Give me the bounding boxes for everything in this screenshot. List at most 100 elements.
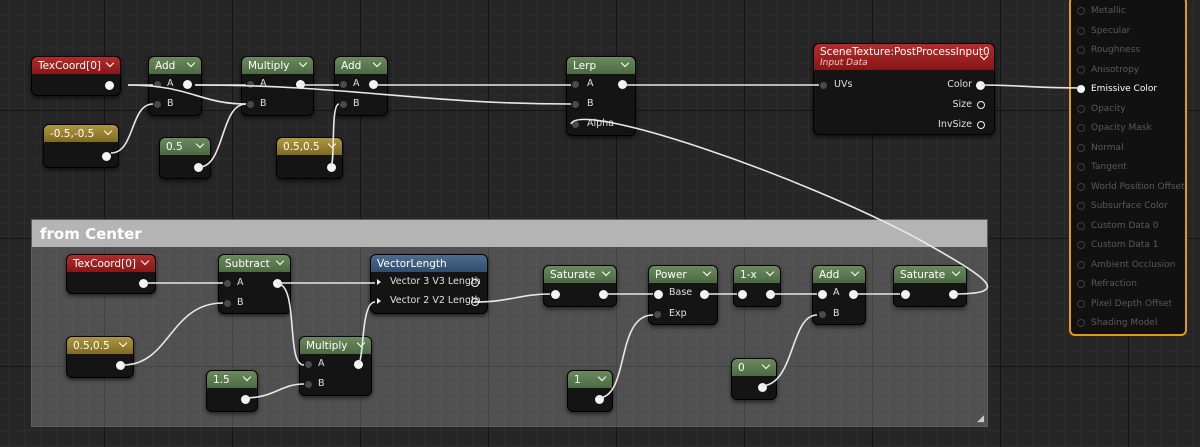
- vector-length-node[interactable]: VectorLength Vector 3 V3 Length Vector 2…: [370, 254, 488, 314]
- input-pin-a[interactable]: [340, 81, 347, 88]
- input-pin-a[interactable]: [224, 280, 231, 287]
- chevron-down-icon[interactable]: [850, 267, 860, 277]
- input-pin-uvs[interactable]: [820, 82, 827, 89]
- output-pin-v2[interactable]: [471, 298, 479, 306]
- input-pin[interactable]: [1077, 26, 1085, 35]
- output-pin-v3[interactable]: [471, 279, 479, 287]
- input-pin[interactable]: [1077, 319, 1085, 327]
- output-pin-color[interactable]: [976, 81, 985, 90]
- chevron-down-icon[interactable]: [186, 58, 196, 68]
- input-pin[interactable]: [551, 290, 560, 299]
- input-pin-base[interactable]: [654, 290, 663, 299]
- input-pin[interactable]: [1077, 260, 1085, 269]
- chevron-down-icon[interactable]: [597, 372, 607, 382]
- output-pin[interactable]: [116, 361, 125, 370]
- input-pin[interactable]: [1077, 7, 1085, 15]
- result-pin-row[interactable]: Anisotropy: [1077, 62, 1139, 78]
- one-minus-node[interactable]: 1-x: [733, 265, 781, 307]
- input-pin[interactable]: [1077, 85, 1085, 93]
- comment-title[interactable]: from Center: [32, 220, 987, 247]
- chevron-down-icon[interactable]: [620, 58, 630, 68]
- constant-node[interactable]: 0.5: [159, 137, 211, 179]
- input-pin-b[interactable]: [819, 311, 826, 318]
- chevron-down-icon[interactable]: [601, 267, 611, 277]
- chevron-down-icon[interactable]: [702, 267, 712, 277]
- input-pin-exp[interactable]: [654, 311, 661, 318]
- input-pin-b[interactable]: [224, 300, 231, 307]
- multiply-node[interactable]: Multiply A B: [241, 56, 314, 116]
- input-pin[interactable]: [901, 290, 910, 299]
- output-pin[interactable]: [327, 163, 336, 172]
- result-pin-row[interactable]: Subsurface Color: [1077, 198, 1168, 214]
- result-pin-row[interactable]: Opacity: [1077, 101, 1126, 117]
- input-pin-a[interactable]: [818, 290, 827, 299]
- input-pin-a[interactable]: [572, 81, 579, 88]
- result-pin-row[interactable]: Roughness: [1077, 42, 1140, 58]
- input-pin[interactable]: [1077, 299, 1085, 308]
- output-pin[interactable]: [595, 395, 604, 404]
- chevron-down-icon[interactable]: [761, 360, 771, 370]
- input-pin[interactable]: [1077, 182, 1085, 191]
- result-pin-row[interactable]: Specular: [1077, 23, 1130, 39]
- output-pin[interactable]: [296, 80, 305, 89]
- output-pin[interactable]: [766, 290, 775, 299]
- result-pin-row[interactable]: Normal: [1077, 140, 1124, 156]
- input-pin-a[interactable]: [305, 361, 312, 368]
- output-pin-size[interactable]: [977, 101, 985, 109]
- output-pin[interactable]: [849, 290, 858, 299]
- input-arrow-icon[interactable]: [377, 279, 381, 285]
- chevron-down-icon[interactable]: [103, 126, 113, 136]
- input-pin[interactable]: [1077, 124, 1085, 132]
- material-result-node[interactable]: Metallic Specular Roughness Anisotropy Emiss…: [1069, 0, 1187, 336]
- input-arrow-icon[interactable]: [377, 298, 381, 304]
- output-pin[interactable]: [369, 80, 378, 89]
- input-pin[interactable]: [1077, 104, 1085, 113]
- input-pin-b[interactable]: [154, 101, 161, 108]
- scene-texture-node[interactable]: SceneTexture:PostProcessInput0 Input Dat…: [813, 43, 995, 135]
- chevron-down-icon[interactable]: [765, 267, 775, 277]
- add-node[interactable]: Add A B: [148, 56, 202, 116]
- output-pin[interactable]: [105, 81, 114, 90]
- result-pin-row[interactable]: Shading Model: [1077, 315, 1157, 331]
- input-pin[interactable]: [1077, 241, 1085, 249]
- input-pin[interactable]: [1077, 280, 1085, 288]
- input-pin[interactable]: [1077, 65, 1085, 74]
- output-pin[interactable]: [618, 80, 627, 89]
- input-pin-b[interactable]: [340, 101, 347, 108]
- output-pin[interactable]: [700, 290, 709, 299]
- input-pin[interactable]: [1077, 143, 1085, 152]
- input-pin-alpha[interactable]: [572, 121, 579, 128]
- chevron-down-icon[interactable]: [298, 58, 308, 68]
- input-pin[interactable]: [1077, 163, 1085, 171]
- output-pin[interactable]: [183, 80, 192, 89]
- input-pin[interactable]: [1077, 221, 1085, 230]
- input-pin[interactable]: [1077, 202, 1085, 210]
- result-pin-row[interactable]: Custom Data 1: [1077, 237, 1158, 253]
- input-pin-b[interactable]: [572, 101, 579, 108]
- chevron-down-icon[interactable]: [951, 267, 961, 277]
- result-pin-row[interactable]: Tangent: [1077, 159, 1127, 175]
- constant-node[interactable]: 0: [731, 358, 777, 400]
- saturate-node[interactable]: Saturate: [543, 265, 617, 307]
- result-pin-row[interactable]: Refraction: [1077, 276, 1137, 292]
- constant-node[interactable]: -0.5,-0.5: [43, 124, 119, 168]
- input-pin-a[interactable]: [247, 81, 254, 88]
- output-pin[interactable]: [194, 163, 203, 172]
- chevron-down-icon[interactable]: [242, 372, 252, 382]
- result-pin-row[interactable]: Ambient Occlusion: [1077, 257, 1175, 273]
- output-pin[interactable]: [354, 360, 363, 369]
- chevron-down-icon[interactable]: [275, 256, 285, 266]
- texcoord-node[interactable]: TexCoord[0]: [31, 56, 121, 96]
- output-pin-invsize[interactable]: [977, 121, 985, 129]
- chevron-down-icon[interactable]: [118, 338, 128, 348]
- chevron-down-icon[interactable]: [140, 256, 150, 266]
- resize-grip-icon[interactable]: ◢: [977, 414, 984, 424]
- chevron-down-icon[interactable]: [372, 58, 382, 68]
- input-pin-a[interactable]: [154, 81, 161, 88]
- result-pin-row[interactable]: Metallic: [1077, 3, 1126, 19]
- saturate-node[interactable]: Saturate: [893, 265, 967, 307]
- add-node[interactable]: Add A B: [334, 56, 388, 116]
- input-pin[interactable]: [738, 290, 747, 299]
- chevron-down-icon[interactable]: [327, 139, 337, 149]
- texcoord-node[interactable]: TexCoord[0]: [66, 254, 156, 294]
